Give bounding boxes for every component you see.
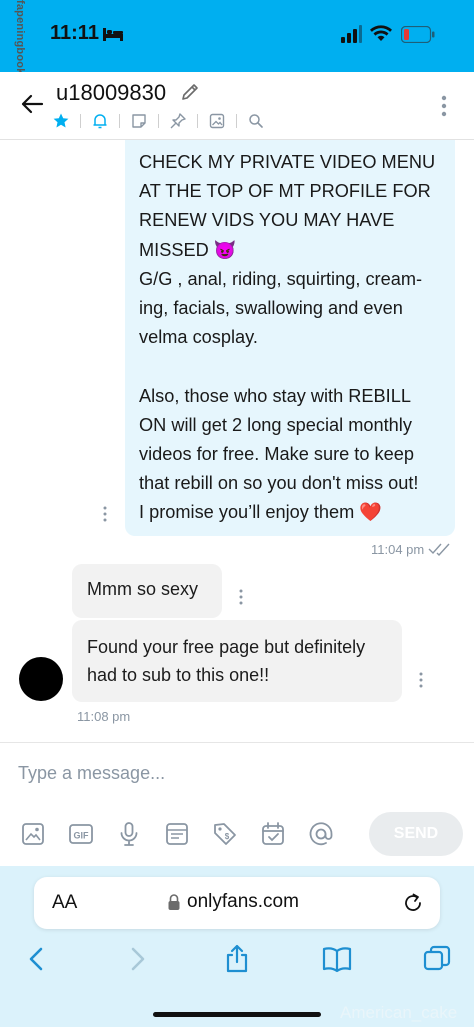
message-input[interactable] — [18, 755, 458, 791]
status-time: 11:11 — [50, 22, 99, 44]
incoming-message-bubble: Mmm so sexy — [72, 564, 222, 618]
toolbar-divider — [158, 114, 159, 128]
reload-icon[interactable] — [402, 892, 424, 914]
search-icon[interactable] — [247, 112, 265, 130]
reader-settings-button[interactable]: AA — [52, 892, 77, 914]
browser-toolbar: AA onlyfans.com American_cake — [0, 866, 474, 1027]
outgoing-message-bubble: CHECK MY PRIVATE VIDEO MENU AT THE TOP O… — [125, 140, 455, 536]
sender-avatar[interactable] — [19, 657, 63, 701]
browser-back-icon[interactable] — [22, 944, 52, 974]
chat-username[interactable]: u18009830 — [56, 80, 166, 106]
pencil-icon[interactable] — [180, 82, 200, 102]
svg-text:$: $ — [225, 832, 230, 841]
gallery-icon[interactable] — [208, 112, 226, 130]
star-icon[interactable] — [52, 112, 70, 130]
gif-icon[interactable]: GIF — [68, 821, 94, 847]
message-options-icon[interactable] — [234, 588, 248, 606]
toolbar-divider — [197, 114, 198, 128]
outgoing-message-text: CHECK MY PRIVATE VIDEO MENU AT THE TOP O… — [139, 152, 436, 523]
note-icon[interactable] — [130, 112, 148, 130]
share-icon[interactable] — [222, 944, 252, 974]
notification-bell-icon[interactable] — [91, 112, 109, 130]
image-watermark: American_cake — [340, 1003, 458, 1022]
microphone-icon[interactable] — [116, 821, 142, 847]
incoming-message-text: Mmm so sexy — [87, 579, 199, 599]
message-options-icon[interactable] — [414, 671, 428, 689]
bookmarks-icon[interactable] — [322, 944, 352, 974]
battery-icon — [401, 26, 435, 43]
cellular-signal-icon — [341, 25, 362, 43]
pin-icon[interactable] — [169, 112, 187, 130]
bed-icon — [103, 28, 123, 41]
chat-header: u18009830 — [0, 72, 474, 140]
toolbar-divider — [119, 114, 120, 128]
toolbar-divider — [236, 114, 237, 128]
mention-icon[interactable] — [308, 821, 334, 847]
back-arrow-icon[interactable] — [20, 92, 44, 116]
vault-icon[interactable] — [164, 821, 190, 847]
status-bar: fapeningbook.com 11:11 — [0, 0, 474, 101]
gif-label: GIF — [74, 831, 90, 841]
browser-forward-icon[interactable] — [122, 944, 152, 974]
image-icon[interactable] — [20, 821, 46, 847]
price-tag-icon[interactable]: $ — [212, 821, 238, 847]
address-bar[interactable]: AA onlyfans.com — [34, 877, 440, 929]
wifi-icon — [370, 25, 392, 41]
incoming-message-text: Found your free page but definitely had … — [87, 637, 366, 685]
outgoing-message-time: 11:04 pm — [371, 542, 425, 557]
url-text[interactable]: onlyfans.com — [187, 891, 299, 913]
toolbar-divider — [80, 114, 81, 128]
send-button[interactable]: SEND — [369, 812, 463, 856]
lock-icon — [168, 894, 180, 910]
message-options-icon[interactable] — [98, 505, 112, 523]
incoming-message-bubble: Found your free page but definitely had … — [72, 620, 402, 702]
more-options-icon[interactable] — [434, 94, 454, 118]
incoming-message-time: 11:08 pm — [77, 709, 131, 724]
read-receipt-icon — [428, 543, 450, 556]
home-indicator — [153, 1012, 321, 1017]
chat-toolbar — [52, 110, 275, 132]
message-composer: GIF $ SEND — [0, 742, 474, 866]
calendar-check-icon[interactable] — [260, 821, 286, 847]
tabs-icon[interactable] — [422, 944, 452, 974]
